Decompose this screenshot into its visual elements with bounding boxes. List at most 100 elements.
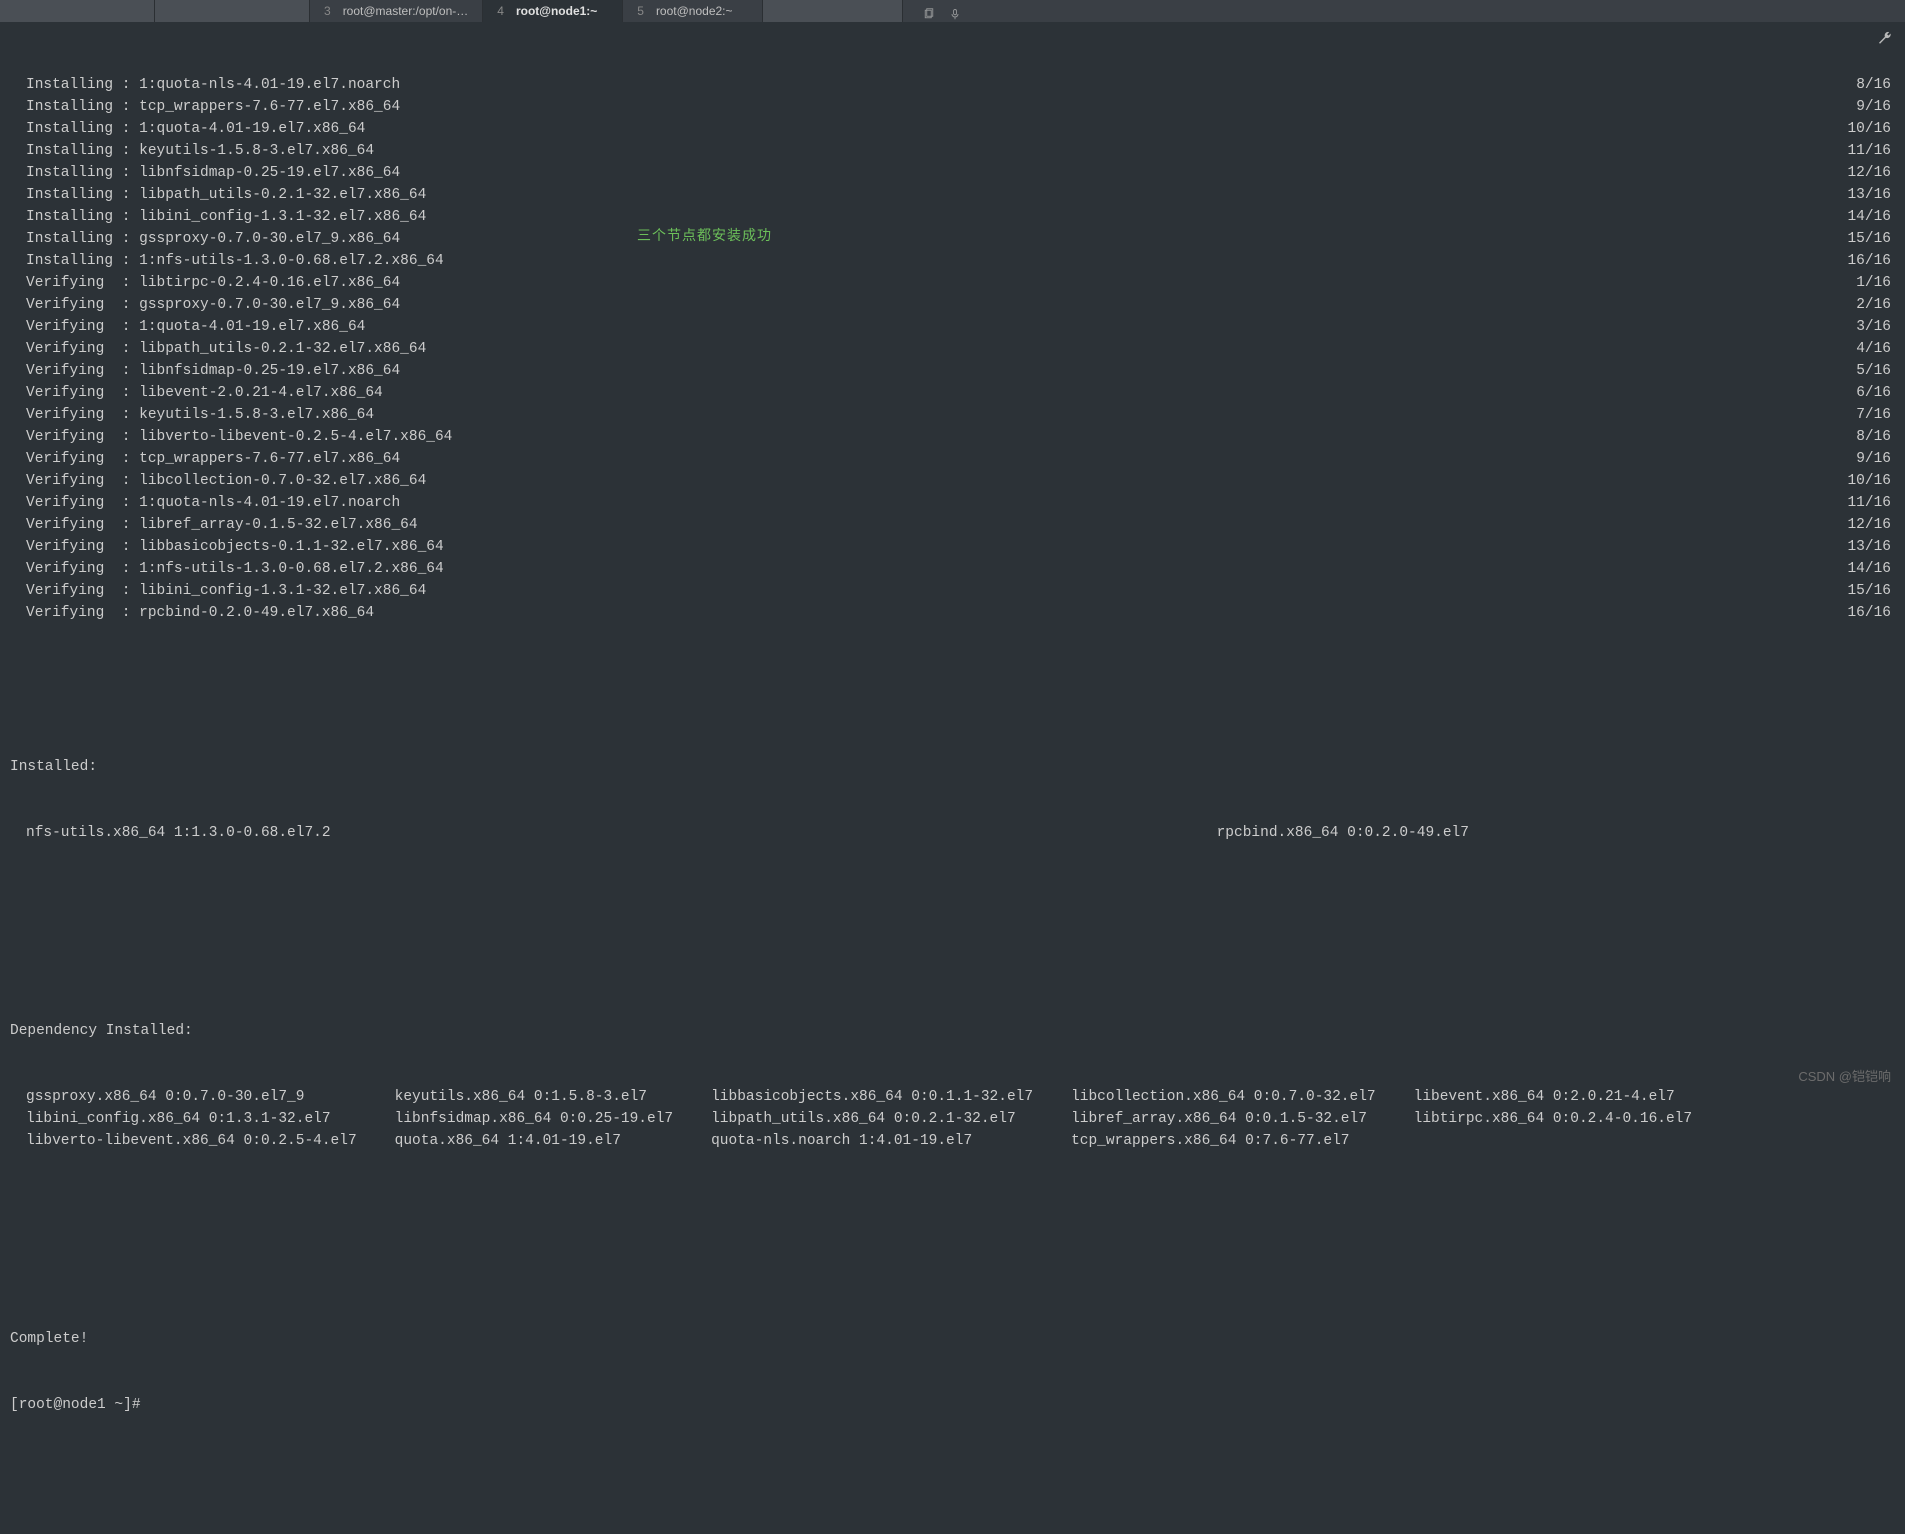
tab-master[interactable]: 3 root@master:/opt/on-… — [310, 0, 483, 22]
output-line: Installing : libini_config-1.3.1-32.el7.… — [10, 206, 1895, 228]
output-text: Verifying : 1:nfs-utils-1.3.0-0.68.el7.2… — [10, 558, 444, 580]
installed-header: Installed: — [10, 756, 1895, 778]
tab-icons — [909, 5, 975, 17]
output-progress: 15/16 — [1847, 580, 1895, 602]
output-text: Verifying : gssproxy-0.7.0-30.el7_9.x86_… — [10, 294, 400, 316]
output-line: Verifying : libini_config-1.3.1-32.el7.x… — [10, 580, 1895, 602]
output-text: Verifying : 1:quota-nls-4.01-19.el7.noar… — [10, 492, 400, 514]
watermark: CSDN @铠铠响 — [1798, 1066, 1891, 1088]
output-text: Installing : tcp_wrappers-7.6-77.el7.x86… — [10, 96, 400, 118]
dependency-pkg: libevent.x86_64 0:2.0.21-4.el7 — [1414, 1086, 1692, 1108]
dependency-pkg: libpath_utils.x86_64 0:0.2.1-32.el7 — [711, 1108, 1033, 1130]
output-line: Installing : 1:quota-4.01-19.el7.x86_641… — [10, 118, 1895, 140]
output-line: Verifying : gssproxy-0.7.0-30.el7_9.x86_… — [10, 294, 1895, 316]
output-line: Verifying : libevent-2.0.21-4.el7.x86_64… — [10, 382, 1895, 404]
output-progress: 12/16 — [1847, 162, 1895, 184]
output-progress: 14/16 — [1847, 558, 1895, 580]
dependency-pkg — [1414, 1130, 1692, 1152]
output-progress: 5/16 — [1856, 360, 1895, 382]
output-text: Installing : gssproxy-0.7.0-30.el7_9.x86… — [10, 228, 400, 250]
dependency-pkg: keyutils.x86_64 0:1.5.8-3.el7 — [395, 1086, 673, 1108]
output-line: Installing : 1:nfs-utils-1.3.0-0.68.el7.… — [10, 250, 1895, 272]
output-text: Installing : 1:nfs-utils-1.3.0-0.68.el7.… — [10, 250, 444, 272]
output-text: Verifying : 1:quota-4.01-19.el7.x86_64 — [10, 316, 365, 338]
output-text: Verifying : libini_config-1.3.1-32.el7.x… — [10, 580, 426, 602]
output-text: Verifying : libbasicobjects-0.1.1-32.el7… — [10, 536, 444, 558]
output-text: Verifying : rpcbind-0.2.0-49.el7.x86_64 — [10, 602, 374, 624]
output-line: Verifying : libbasicobjects-0.1.1-32.el7… — [10, 536, 1895, 558]
output-progress: 15/16 — [1847, 228, 1895, 250]
output-line: Verifying : libtirpc-0.2.4-0.16.el7.x86_… — [10, 272, 1895, 294]
output-line: Verifying : libref_array-0.1.5-32.el7.x8… — [10, 514, 1895, 536]
output-progress: 16/16 — [1847, 602, 1895, 624]
output-progress: 11/16 — [1847, 492, 1895, 514]
output-progress: 11/16 — [1847, 140, 1895, 162]
output-text: Verifying : libnfsidmap-0.25-19.el7.x86_… — [10, 360, 400, 382]
dependency-pkg: libref_array.x86_64 0:0.1.5-32.el7 — [1071, 1108, 1376, 1130]
output-text: Installing : libnfsidmap-0.25-19.el7.x86… — [10, 162, 400, 184]
output-line: Verifying : 1:quota-nls-4.01-19.el7.noar… — [10, 492, 1895, 514]
output-line: Verifying : keyutils-1.5.8-3.el7.x86_647… — [10, 404, 1895, 426]
tab-title: root@master:/opt/on-… — [343, 0, 469, 22]
output-line: Verifying : libverto-libevent-0.2.5-4.el… — [10, 426, 1895, 448]
output-text: Installing : libini_config-1.3.1-32.el7.… — [10, 206, 426, 228]
output-progress: 3/16 — [1856, 316, 1895, 338]
output-line: Installing : libpath_utils-0.2.1-32.el7.… — [10, 184, 1895, 206]
output-progress: 9/16 — [1856, 448, 1895, 470]
output-line: Installing : keyutils-1.5.8-3.el7.x86_64… — [10, 140, 1895, 162]
output-progress: 14/16 — [1847, 206, 1895, 228]
dependency-pkg: libverto-libevent.x86_64 0:0.2.5-4.el7 — [26, 1130, 357, 1152]
output-text: Verifying : libcollection-0.7.0-32.el7.x… — [10, 470, 426, 492]
output-text: Verifying : libtirpc-0.2.4-0.16.el7.x86_… — [10, 272, 400, 294]
output-line: Verifying : tcp_wrappers-7.6-77.el7.x86_… — [10, 448, 1895, 470]
output-progress: 4/16 — [1856, 338, 1895, 360]
copy-icon[interactable] — [923, 5, 935, 17]
tab-blank-3[interactable] — [763, 0, 903, 22]
installed-pkg: rpcbind.x86_64 0:0.2.0-49.el7 — [1217, 822, 1895, 844]
dependency-pkg: libini_config.x86_64 0:1.3.1-32.el7 — [26, 1108, 357, 1130]
output-progress: 1/16 — [1856, 272, 1895, 294]
output-progress: 13/16 — [1847, 184, 1895, 206]
dependency-header: Dependency Installed: — [10, 1020, 1895, 1042]
output-text: Installing : keyutils-1.5.8-3.el7.x86_64 — [10, 140, 374, 162]
output-line: Installing : libnfsidmap-0.25-19.el7.x86… — [10, 162, 1895, 184]
output-line: Verifying : rpcbind-0.2.0-49.el7.x86_64 1… — [10, 602, 1895, 624]
output-progress: 8/16 — [1856, 74, 1895, 96]
output-line: Verifying : libnfsidmap-0.25-19.el7.x86_… — [10, 360, 1895, 382]
output-line: Verifying : 1:nfs-utils-1.3.0-0.68.el7.2… — [10, 558, 1895, 580]
dependency-pkg: gssproxy.x86_64 0:0.7.0-30.el7_9 — [26, 1086, 357, 1108]
tab-blank-1[interactable] — [0, 0, 155, 22]
output-line: Installing : gssproxy-0.7.0-30.el7_9.x86… — [10, 228, 1895, 250]
dependency-pkg: quota-nls.noarch 1:4.01-19.el7 — [711, 1130, 1033, 1152]
output-line: Verifying : libcollection-0.7.0-32.el7.x… — [10, 470, 1895, 492]
output-text: Verifying : libref_array-0.1.5-32.el7.x8… — [10, 514, 418, 536]
tab-blank-2[interactable] — [155, 0, 310, 22]
complete-text: Complete! — [10, 1328, 1895, 1350]
terminal-output[interactable]: Installing : 1:quota-nls-4.01-19.el7.noa… — [0, 22, 1905, 1534]
installed-section: Installed: nfs-utils.x86_64 1:1.3.0-0.68… — [10, 712, 1895, 888]
output-line: Verifying : libpath_utils-0.2.1-32.el7.x… — [10, 338, 1895, 360]
output-line: Verifying : 1:quota-4.01-19.el7.x86_64 3/… — [10, 316, 1895, 338]
dependency-pkg: quota.x86_64 1:4.01-19.el7 — [395, 1130, 673, 1152]
output-progress: 10/16 — [1847, 470, 1895, 492]
tab-node2[interactable]: 5 root@node2:~ — [623, 0, 763, 22]
output-progress: 6/16 — [1856, 382, 1895, 404]
dependency-pkg: libtirpc.x86_64 0:0.2.4-0.16.el7 — [1414, 1108, 1692, 1130]
tab-node1[interactable]: 4 root@node1:~ — [483, 0, 623, 22]
output-progress: 9/16 — [1856, 96, 1895, 118]
installed-pkg: nfs-utils.x86_64 1:1.3.0-0.68.el7.2 — [26, 822, 757, 844]
output-text: Installing : 1:quota-nls-4.01-19.el7.noa… — [10, 74, 400, 96]
shell-prompt: [root@node1 ~]# — [10, 1394, 1895, 1416]
output-progress: 13/16 — [1847, 536, 1895, 558]
output-progress: 12/16 — [1847, 514, 1895, 536]
dependency-pkg: libcollection.x86_64 0:0.7.0-32.el7 — [1071, 1086, 1376, 1108]
output-text: Verifying : tcp_wrappers-7.6-77.el7.x86_… — [10, 448, 400, 470]
output-text: Verifying : libpath_utils-0.2.1-32.el7.x… — [10, 338, 426, 360]
dependency-pkg: libnfsidmap.x86_64 0:0.25-19.el7 — [395, 1108, 673, 1130]
tab-title: root@node1:~ — [516, 0, 597, 22]
dependency-section: Dependency Installed: gssproxy.x86_64 0:… — [10, 976, 1895, 1196]
tab-title: root@node2:~ — [656, 0, 733, 22]
mic-icon[interactable] — [949, 5, 961, 17]
tab-bar: 3 root@master:/opt/on-… 4 root@node1:~ 5… — [0, 0, 1905, 22]
output-line: Installing : 1:quota-nls-4.01-19.el7.noa… — [10, 74, 1895, 96]
